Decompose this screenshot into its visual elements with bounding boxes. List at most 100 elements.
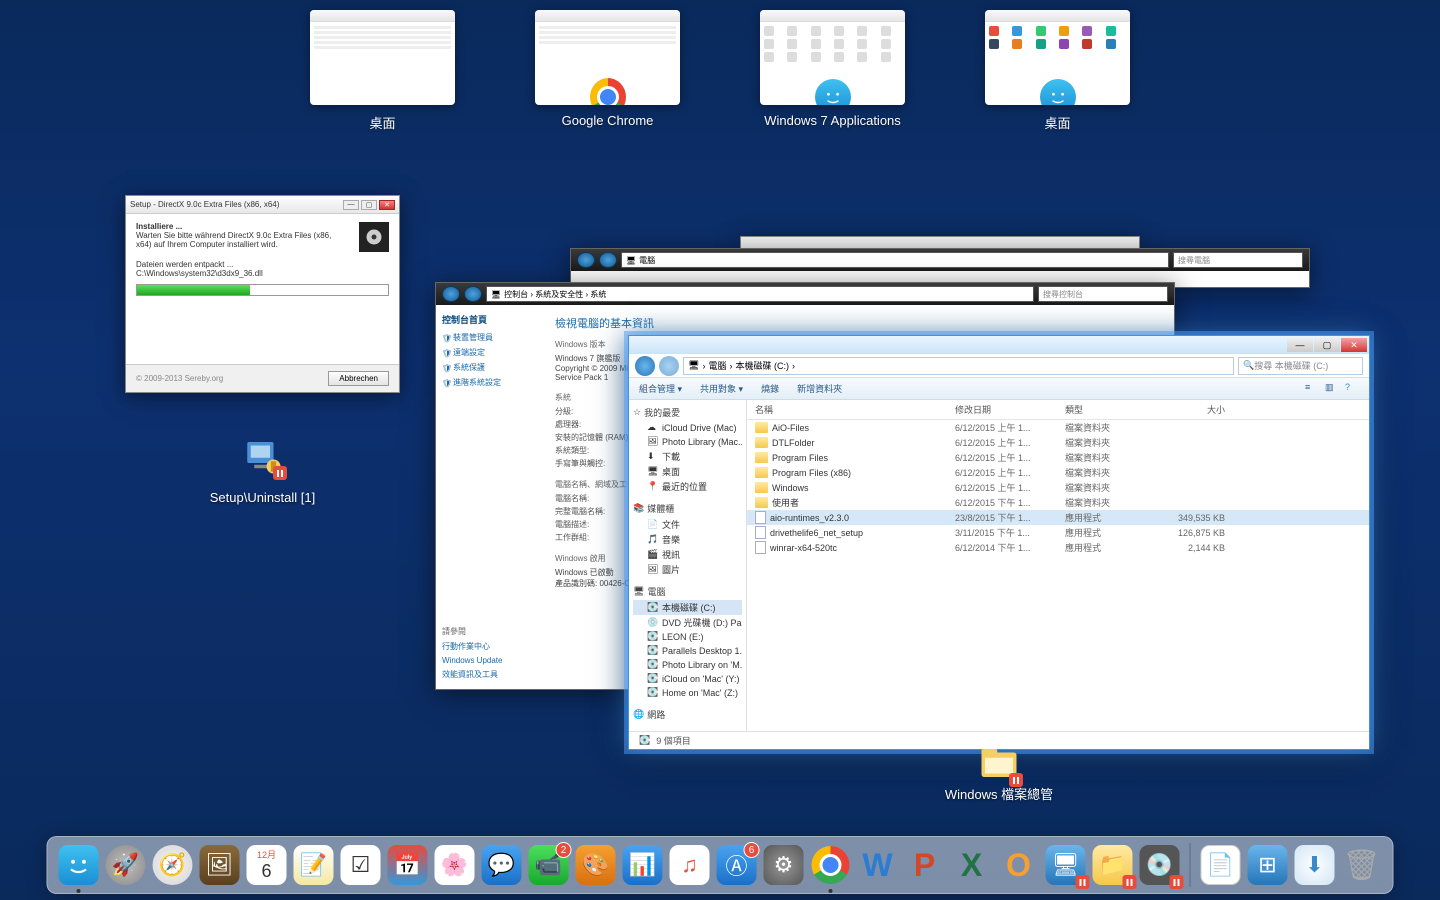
view-icon[interactable]: ≡ bbox=[1305, 382, 1319, 396]
dock-win-cp[interactable]: 🖥 bbox=[1045, 844, 1087, 886]
back-button[interactable] bbox=[442, 286, 460, 302]
see-also-header: 請參閱 bbox=[442, 626, 535, 637]
file-row[interactable]: aio-runtimes_v2.3.023/8/2015 下午 1...應用程式… bbox=[747, 510, 1369, 525]
sidebar-item[interactable]: 🖥桌面 bbox=[633, 464, 742, 479]
column-headers[interactable]: 名稱 修改日期 類型 大小 bbox=[747, 400, 1369, 420]
back-button[interactable] bbox=[635, 356, 655, 376]
sidebar-network-header[interactable]: 🌐網路 bbox=[633, 708, 742, 721]
dock-appstore[interactable]: Ⓐ6 bbox=[716, 844, 758, 886]
address-bar[interactable]: 🖥› 電腦› 本機磁碟 (C:)› bbox=[683, 357, 1234, 375]
dock-reminders[interactable]: ☑ bbox=[340, 844, 382, 886]
sidebar-item-c-drive[interactable]: 💽本機磁碟 (C:) bbox=[633, 600, 742, 615]
see-also-item[interactable]: 效能資訊及工具 bbox=[442, 669, 535, 680]
dock-excel[interactable]: X bbox=[951, 844, 993, 886]
search-input[interactable]: 搜尋電腦 bbox=[1173, 252, 1303, 268]
sidebar-item[interactable]: 💽LEON (E:) bbox=[633, 630, 742, 644]
dock-preview[interactable]: 🖼 bbox=[199, 844, 241, 886]
dock-safari[interactable]: 🧭 bbox=[152, 844, 194, 886]
sidebar-item[interactable]: 💿DVD 光碟機 (D:) Pa... bbox=[633, 615, 742, 630]
dock-messages[interactable]: 💬 bbox=[481, 844, 523, 886]
dock-trash[interactable]: 🗑 bbox=[1341, 844, 1383, 886]
dock-powerpoint[interactable]: P bbox=[904, 844, 946, 886]
file-row[interactable]: Program Files (x86)6/12/2015 上午 1...檔案資料… bbox=[747, 465, 1369, 480]
new-folder-button[interactable]: 新增資料夾 bbox=[797, 382, 842, 395]
search-input[interactable]: 🔍 搜尋 本機磁碟 (C:) bbox=[1238, 357, 1363, 375]
space-desktop-1[interactable]: 桌面 bbox=[310, 10, 455, 132]
dock-photos[interactable]: 🌸 bbox=[434, 844, 476, 886]
space-win7-apps[interactable]: Windows 7 Applications bbox=[760, 10, 905, 132]
space-desktop-2[interactable]: 桌面 bbox=[985, 10, 1130, 132]
dock-fantastical[interactable]: 📅 bbox=[387, 844, 429, 886]
sidebar-item[interactable]: ⬇下載 bbox=[633, 449, 742, 464]
file-row[interactable]: Windows6/12/2015 上午 1...檔案資料夾 bbox=[747, 480, 1369, 495]
close-button[interactable]: ✕ bbox=[1341, 338, 1367, 352]
sidebar-item[interactable]: 🖼Photo Library (Mac... bbox=[633, 435, 742, 449]
back-button[interactable] bbox=[577, 252, 595, 268]
preview-pane-icon[interactable]: ▥ bbox=[1325, 382, 1339, 396]
minimize-button[interactable]: — bbox=[1287, 338, 1313, 352]
dock-document[interactable]: 📄 bbox=[1200, 844, 1242, 886]
file-row[interactable]: 使用者6/12/2015 下午 1...檔案資料夾 bbox=[747, 495, 1369, 510]
see-also-item[interactable]: Windows Update bbox=[442, 656, 535, 665]
sidebar-item[interactable]: 📍最近的位置 bbox=[633, 479, 742, 494]
organize-menu[interactable]: 組合管理 ▾ bbox=[639, 382, 682, 395]
sidebar-item[interactable]: ☁iCloud Drive (Mac) bbox=[633, 421, 742, 435]
sidebar-item[interactable]: 🛡裝置管理員 bbox=[442, 332, 535, 343]
forward-button[interactable] bbox=[599, 252, 617, 268]
sidebar-item[interactable]: 💽Home on 'Mac' (Z:) bbox=[633, 686, 742, 700]
see-also-item[interactable]: 行動作業中心 bbox=[442, 641, 535, 652]
dock-settings[interactable]: ⚙ bbox=[763, 844, 805, 886]
share-menu[interactable]: 共用對象 ▾ bbox=[700, 382, 743, 395]
sidebar-item[interactable]: 🛡遠端設定 bbox=[442, 347, 535, 358]
sidebar-favorites-header[interactable]: ☆我的最愛 bbox=[633, 406, 742, 419]
setup-app-icon bbox=[242, 435, 284, 477]
sidebar-item[interactable]: 📄文件 bbox=[633, 517, 742, 532]
file-row[interactable]: Program Files6/12/2015 上午 1...檔案資料夾 bbox=[747, 450, 1369, 465]
sidebar-libraries-header[interactable]: 📚媒體櫃 bbox=[633, 502, 742, 515]
dock-downloads[interactable]: ⬇ bbox=[1294, 844, 1336, 886]
file-row[interactable]: DTLFolder6/12/2015 上午 1...檔案資料夾 bbox=[747, 435, 1369, 450]
burn-button[interactable]: 燒錄 bbox=[761, 382, 779, 395]
maximize-button[interactable]: ▢ bbox=[1314, 338, 1340, 352]
dock-keynote[interactable]: 📊 bbox=[622, 844, 664, 886]
sidebar-item[interactable]: 🎬視訊 bbox=[633, 547, 742, 562]
dock-outlook[interactable]: O bbox=[998, 844, 1040, 886]
sidebar-item[interactable]: 💽Photo Library on 'M... bbox=[633, 658, 742, 672]
dock-facetime[interactable]: 📹2 bbox=[528, 844, 570, 886]
sidebar-item[interactable]: 🎵音樂 bbox=[633, 532, 742, 547]
dock-win-setup[interactable]: 💿 bbox=[1139, 844, 1181, 886]
dock-word[interactable]: W bbox=[857, 844, 899, 886]
dock-pixelmator[interactable]: 🎨 bbox=[575, 844, 617, 886]
file-row[interactable]: drivethelife6_net_setup3/11/2015 下午 1...… bbox=[747, 525, 1369, 540]
help-icon[interactable]: ? bbox=[1345, 382, 1359, 396]
dock-finder[interactable] bbox=[58, 844, 100, 886]
sidebar-computer-header[interactable]: 🖥電腦 bbox=[633, 585, 742, 598]
dock-calendar[interactable]: 12月6 bbox=[246, 844, 288, 886]
close-button[interactable]: ✕ bbox=[379, 200, 395, 210]
space-chrome[interactable]: Google Chrome bbox=[535, 10, 680, 132]
file-row[interactable]: AiO-Files6/12/2015 上午 1...檔案資料夾 bbox=[747, 420, 1369, 435]
file-row[interactable]: winrar-x64-520tc6/12/2014 下午 1...應用程式2,1… bbox=[747, 540, 1369, 555]
sidebar-item[interactable]: 🛡系統保護 bbox=[442, 362, 535, 373]
sidebar-item[interactable]: 💽Parallels Desktop 1... bbox=[633, 644, 742, 658]
address-bar[interactable]: 🖥電腦 bbox=[621, 252, 1169, 268]
explorer-window[interactable]: — ▢ ✕ 🖥› 電腦› 本機磁碟 (C:)› 🔍 搜尋 本機磁碟 (C:) 組… bbox=[628, 335, 1370, 750]
sidebar-header[interactable]: 控制台首頁 bbox=[442, 313, 535, 326]
forward-button[interactable] bbox=[464, 286, 482, 302]
cancel-button[interactable]: Abbrechen bbox=[328, 371, 389, 386]
dock-windows-folder[interactable]: ⊞ bbox=[1247, 844, 1289, 886]
address-bar[interactable]: 🖥控制台 › 系統及安全性 › 系統 bbox=[486, 286, 1034, 302]
setup-window-cluster[interactable]: Setup - DirectX 9.0c Extra Files (x86, x… bbox=[125, 195, 400, 505]
dock-win-explorer[interactable]: 📁 bbox=[1092, 844, 1134, 886]
sidebar-item[interactable]: 🛡進階系統設定 bbox=[442, 377, 535, 388]
search-input[interactable]: 搜尋控制台 bbox=[1038, 286, 1168, 302]
dock-notes[interactable]: 📝 bbox=[293, 844, 335, 886]
dock-chrome[interactable] bbox=[810, 844, 852, 886]
forward-button[interactable] bbox=[659, 356, 679, 376]
sidebar-item[interactable]: 🖼圖片 bbox=[633, 562, 742, 577]
maximize-button[interactable]: ▢ bbox=[361, 200, 377, 210]
dock-itunes[interactable]: ♫ bbox=[669, 844, 711, 886]
sidebar-item[interactable]: 💽iCloud on 'Mac' (Y:) bbox=[633, 672, 742, 686]
minimize-button[interactable]: — bbox=[343, 200, 359, 210]
dock-launchpad[interactable]: 🚀 bbox=[105, 844, 147, 886]
